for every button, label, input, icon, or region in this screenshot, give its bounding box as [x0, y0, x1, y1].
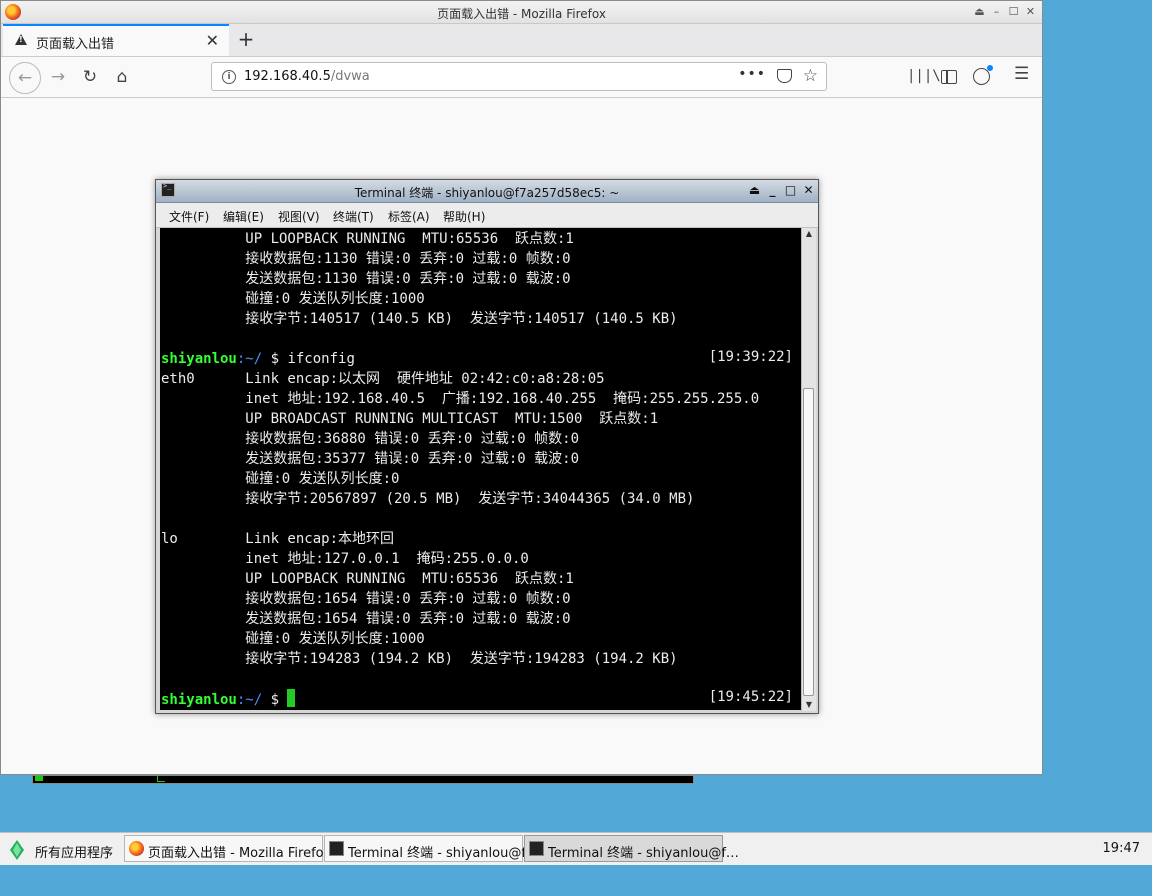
- terminal-screen[interactable]: UP LOOPBACK RUNNING MTU:65536 跃点数:1 接收数据…: [160, 228, 801, 710]
- terminal-output-line: UP LOOPBACK RUNNING MTU:65536 跃点数:1: [161, 231, 574, 247]
- home-button[interactable]: ⌂: [108, 63, 136, 91]
- url-host: 192.168.40.5: [244, 69, 331, 84]
- taskbar-item-terminal[interactable]: Terminal 终端 - shiyanlou@f…: [324, 835, 539, 862]
- applications-menu-button[interactable]: 所有应用程序: [0, 834, 122, 864]
- taskbar: 所有应用程序 页面载入出错 - Mozilla Firefox Terminal…: [0, 832, 1152, 865]
- close-button[interactable]: ✕: [1023, 4, 1038, 19]
- prompt-path: :~/: [236, 692, 263, 708]
- terminal-output-line: UP BROADCAST RUNNING MULTICAST MTU:1500 …: [161, 411, 659, 427]
- info-icon[interactable]: i: [222, 70, 236, 84]
- menu-edit[interactable]: 编辑(E): [223, 208, 264, 225]
- menu-help[interactable]: 帮助(H): [443, 208, 485, 225]
- clock: 19:47: [1102, 841, 1140, 856]
- terminal-output-line: 接收数据包:1654 错误:0 丢弃:0 过载:0 帧数:0: [161, 591, 571, 607]
- background-terminal-window[interactable]: [32, 775, 694, 784]
- terminal-titlebar[interactable]: Terminal 终端 - shiyanlou@f7a257d58ec5: ~ …: [156, 180, 818, 203]
- tab-strip: 页面载入出错 ✕ +: [1, 24, 1042, 57]
- command-text: ifconfig: [287, 351, 355, 367]
- scroll-up-icon[interactable]: ▲: [802, 228, 816, 240]
- terminal-prompt-line: shiyanlou:~/ $: [161, 689, 759, 709]
- menu-terminal[interactable]: 终端(T): [333, 208, 374, 225]
- terminal-scrollbar[interactable]: ▲ ▼: [801, 228, 816, 711]
- taskbar-item-terminal[interactable]: Terminal 终端 - shiyanlou@f…: [524, 835, 739, 862]
- taskbar-item-label: Terminal 终端 - shiyanlou@f…: [548, 846, 739, 861]
- prompt-symbol: $: [262, 692, 288, 708]
- shade-icon[interactable]: ⏏: [972, 4, 987, 19]
- terminal-prompt-line: shiyanlou:~/ $ ifconfig: [161, 349, 759, 369]
- terminal-output-line: lo Link encap:本地环回: [161, 531, 395, 547]
- minimize-button[interactable]: _: [765, 182, 780, 198]
- taskbar-item-label: Terminal 终端 - shiyanlou@f…: [348, 846, 539, 861]
- maximize-button[interactable]: ☐: [1006, 4, 1021, 19]
- terminal-cursor: [287, 689, 296, 707]
- reload-button[interactable]: ↻: [76, 63, 104, 91]
- maximize-button[interactable]: □: [783, 182, 798, 198]
- terminal-icon: [329, 841, 344, 856]
- taskbar-item-firefox[interactable]: 页面载入出错 - Mozilla Firefox: [124, 835, 331, 862]
- prompt-symbol: $: [262, 351, 288, 367]
- new-tab-button[interactable]: +: [235, 27, 257, 51]
- url-path: /dvwa: [330, 69, 370, 84]
- prompt-user: shiyanlou: [161, 351, 237, 367]
- url-text[interactable]: 192.168.40.5/dvwa: [244, 69, 370, 84]
- shade-icon[interactable]: ⏏: [747, 182, 762, 198]
- url-bar[interactable]: i 192.168.40.5/dvwa ••• ☆: [211, 62, 827, 91]
- terminal-output-line: inet 地址:127.0.0.1 掩码:255.0.0.0: [161, 551, 529, 567]
- warning-icon: [15, 34, 27, 45]
- page-actions-icon[interactable]: •••: [738, 66, 766, 82]
- firefox-window-title: 页面载入出错 - Mozilla Firefox: [437, 7, 606, 21]
- terminal-output-line: 接收数据包:36880 错误:0 丢弃:0 过载:0 帧数:0: [161, 431, 580, 447]
- terminal-output-line: 碰撞:0 发送队列长度:0: [161, 471, 400, 487]
- hamburger-menu-icon[interactable]: ☰: [1014, 64, 1029, 84]
- terminal-output-line: eth0 Link encap:以太网 硬件地址 02:42:c0:a8:28:…: [161, 371, 605, 387]
- menu-tabs[interactable]: 标签(A): [388, 208, 430, 225]
- terminal-output-line: 发送数据包:1130 错误:0 丢弃:0 过载:0 载波:0: [161, 271, 571, 287]
- terminal-output: UP LOOPBACK RUNNING MTU:65536 跃点数:1 接收数据…: [161, 229, 759, 709]
- prompt-user: shiyanlou: [161, 692, 237, 708]
- menu-view[interactable]: 视图(V): [278, 208, 320, 225]
- sidebar-icon[interactable]: [941, 70, 957, 84]
- applications-menu-label: 所有应用程序: [35, 846, 114, 861]
- terminal-output-line: inet 地址:192.168.40.5 广播:192.168.40.255 掩…: [161, 391, 760, 407]
- close-button[interactable]: ✕: [801, 182, 816, 198]
- terminal-output-line: 发送数据包:1654 错误:0 丢弃:0 过载:0 载波:0: [161, 611, 571, 627]
- prompt-timestamp: [19:39:22]: [708, 349, 793, 365]
- terminal-window: Terminal 终端 - shiyanlou@f7a257d58ec5: ~ …: [155, 179, 819, 714]
- firefox-icon: [129, 841, 144, 856]
- taskbar-item-label: 页面载入出错 - Mozilla Firefox: [148, 846, 331, 861]
- prompt-path: :~/: [236, 351, 263, 367]
- menu-file[interactable]: 文件(F): [169, 208, 209, 225]
- terminal-window-title: Terminal 终端 - shiyanlou@f7a257d58ec5: ~: [354, 186, 620, 200]
- tab-label: 页面载入出错: [36, 37, 115, 52]
- scroll-down-icon[interactable]: ▼: [802, 699, 816, 711]
- scrollbar-thumb[interactable]: [803, 388, 814, 696]
- terminal-output-line: 接收字节:20567897 (20.5 MB) 发送字节:34044365 (3…: [161, 491, 695, 507]
- minimize-button[interactable]: –: [989, 4, 1004, 19]
- terminal-output-line: 接收字节:194283 (194.2 KB) 发送字节:194283 (194.…: [161, 651, 678, 667]
- pocket-icon[interactable]: [777, 69, 792, 83]
- firefox-titlebar[interactable]: 页面载入出错 - Mozilla Firefox ⏏ – ☐ ✕: [1, 1, 1042, 24]
- terminal-output-line: 发送数据包:35377 错误:0 丢弃:0 过载:0 载波:0: [161, 451, 580, 467]
- terminal-output-line: 碰撞:0 发送队列长度:1000: [161, 291, 425, 307]
- terminal-menubar: 文件(F) 编辑(E) 视图(V) 终端(T) 标签(A) 帮助(H): [156, 203, 818, 228]
- tab-active[interactable]: 页面载入出错 ✕: [3, 24, 229, 56]
- tab-close-icon[interactable]: ✕: [206, 31, 219, 50]
- terminal-output-line: 接收数据包:1130 错误:0 丢弃:0 过载:0 帧数:0: [161, 251, 571, 267]
- account-icon[interactable]: [973, 65, 993, 85]
- terminal-output-line: 碰撞:0 发送队列长度:1000: [161, 631, 425, 647]
- navigation-toolbar: ← → ↻ ⌂ i 192.168.40.5/dvwa ••• ☆ |||\ ☰: [1, 57, 1042, 98]
- prompt-timestamp: [19:45:22]: [708, 689, 793, 705]
- back-button[interactable]: ←: [9, 62, 41, 94]
- app-menu-icon: [10, 840, 24, 860]
- forward-button[interactable]: →: [44, 63, 72, 91]
- terminal-output-line: 接收字节:140517 (140.5 KB) 发送字节:140517 (140.…: [161, 311, 678, 327]
- terminal-output-line: UP LOOPBACK RUNNING MTU:65536 跃点数:1: [161, 571, 574, 587]
- terminal-icon: [529, 841, 544, 856]
- library-icon[interactable]: |||\: [907, 68, 941, 84]
- bookmark-star-icon[interactable]: ☆: [803, 66, 818, 86]
